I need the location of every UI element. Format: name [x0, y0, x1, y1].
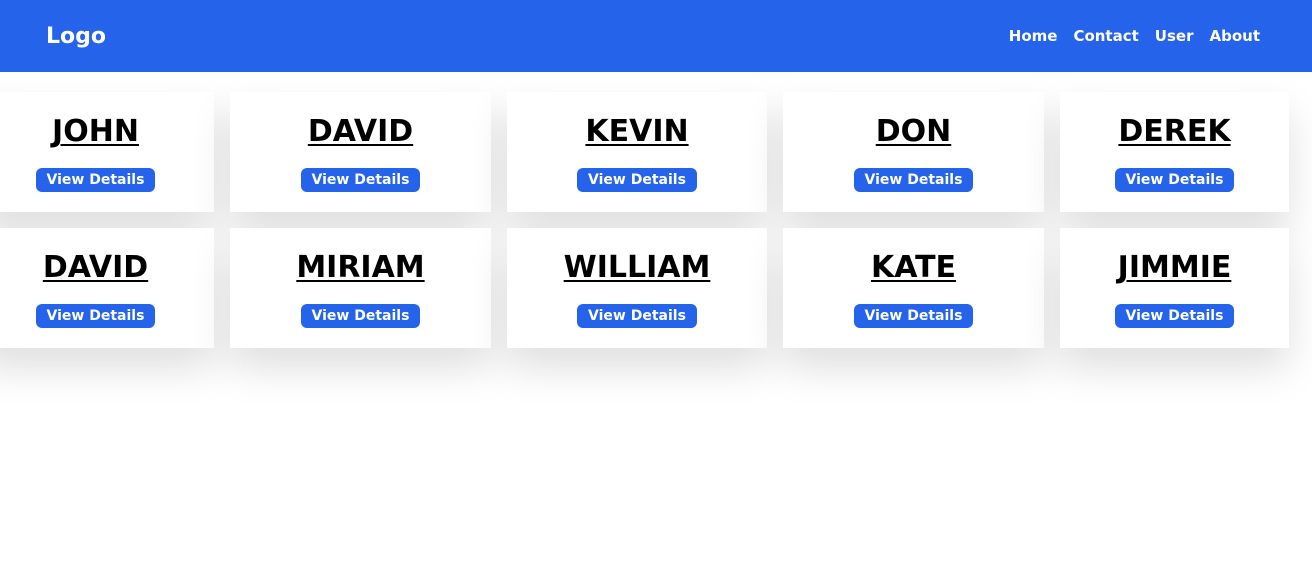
- user-card-grid: JOHN View Details DAVID View Details KEV…: [0, 92, 1289, 348]
- nav-links: Home Contact User About: [1009, 26, 1260, 46]
- view-details-button[interactable]: View Details: [853, 168, 974, 192]
- user-name: DAVID: [42, 250, 149, 285]
- logo[interactable]: Logo: [46, 22, 106, 52]
- view-details-button[interactable]: View Details: [35, 168, 156, 192]
- navbar: Logo Home Contact User About: [0, 0, 1312, 72]
- user-card: WILLIAM View Details: [507, 228, 767, 348]
- view-details-button[interactable]: View Details: [577, 304, 697, 328]
- user-name: DEREK: [1118, 114, 1231, 149]
- user-name: JOHN: [52, 114, 139, 149]
- view-details-button[interactable]: View Details: [853, 304, 974, 328]
- nav-link-home[interactable]: Home: [1009, 26, 1058, 46]
- view-details-button[interactable]: View Details: [300, 168, 421, 192]
- user-card: DEREK View Details: [1060, 92, 1289, 212]
- user-card: DAVID View Details: [0, 228, 214, 348]
- user-card: JOHN View Details: [0, 92, 214, 212]
- user-name: DON: [875, 114, 952, 149]
- view-details-button[interactable]: View Details: [1114, 304, 1235, 328]
- nav-link-contact[interactable]: Contact: [1073, 26, 1138, 46]
- nav-link-user[interactable]: User: [1155, 26, 1194, 46]
- user-card: DON View Details: [783, 92, 1044, 212]
- user-card: JIMMIE View Details: [1060, 228, 1289, 348]
- user-card: DAVID View Details: [230, 92, 491, 212]
- user-name: KEVIN: [585, 114, 689, 149]
- user-name: WILLIAM: [563, 250, 711, 285]
- user-name: KATE: [870, 250, 957, 285]
- user-name: MIRIAM: [296, 250, 425, 285]
- view-details-button[interactable]: View Details: [577, 168, 697, 192]
- view-details-button[interactable]: View Details: [35, 304, 156, 328]
- view-details-button[interactable]: View Details: [300, 304, 421, 328]
- user-card: KATE View Details: [783, 228, 1044, 348]
- user-card: MIRIAM View Details: [230, 228, 491, 348]
- view-details-button[interactable]: View Details: [1114, 168, 1235, 192]
- nav-link-about[interactable]: About: [1209, 26, 1260, 46]
- user-name: JIMMIE: [1117, 250, 1232, 285]
- user-name: DAVID: [307, 114, 414, 149]
- user-card: KEVIN View Details: [507, 92, 767, 212]
